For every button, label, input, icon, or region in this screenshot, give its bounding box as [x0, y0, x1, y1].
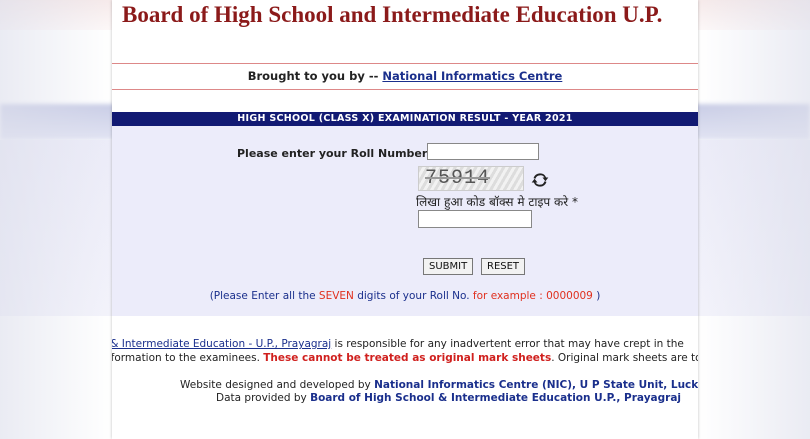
hint-part-1: (Please Enter all the [209, 290, 319, 302]
captcha-image: 75914 [418, 166, 524, 191]
reset-button[interactable]: RESET [481, 258, 526, 275]
roll-number-hint: (Please Enter all the SEVEN digits of yo… [112, 290, 698, 302]
disclaimer-warning: These cannot be treated as original mark… [263, 352, 552, 364]
disclaimer-line-2: nformation to the examinees. These canno… [112, 351, 698, 365]
refresh-icon[interactable] [530, 170, 550, 190]
result-form: Please enter your Roll Number 75914 लिखा… [112, 126, 698, 316]
footer-developer: Website designed and developed by Nation… [180, 379, 698, 392]
page-title: Board of High School and Intermediate Ed… [122, 2, 663, 27]
divider-bottom [112, 89, 698, 90]
roll-number-label: Please enter your Roll Number [237, 147, 428, 160]
hint-example: for example : 0000009 [472, 290, 593, 302]
hint-part-3: digits of your Roll No. [353, 290, 473, 302]
submit-button[interactable]: SUBMIT [423, 258, 474, 275]
background-side-right [698, 0, 810, 439]
disclaimer-text-2a: nformation to the examinees. [112, 352, 264, 364]
captcha-label: लिखा हुआ कोड बॉक्स मे टाइप करे * [416, 195, 578, 209]
disclaimer-text-2b: . Original mark sheets are to be [551, 352, 698, 364]
footer-developer-name: National Informatics Centre (NIC), U P S… [374, 379, 698, 391]
disclaimer-text-1: is responsible for any inadvertent error… [331, 338, 684, 350]
result-page: Board of High School and Intermediate Ed… [112, 0, 698, 439]
credit-line: Brought to you by -- National Informatic… [112, 69, 698, 83]
background-side-left [0, 0, 112, 439]
hint-seven: SEVEN [318, 290, 354, 302]
disclaimer-line-1: l & Intermediate Education - U.P., Praya… [112, 337, 698, 351]
footer-provider-prefix: Data provided by [216, 392, 311, 404]
captcha-input[interactable] [418, 210, 532, 228]
exam-banner: HIGH SCHOOL (CLASS X) EXAMINATION RESULT… [112, 112, 698, 126]
hint-part-5: ) [592, 290, 601, 302]
footer-developer-prefix: Website designed and developed by [180, 379, 375, 391]
board-link[interactable]: l & Intermediate Education - U.P., Praya… [112, 338, 331, 350]
footer-data-provider: Data provided by Board of High School & … [216, 392, 681, 405]
nic-link[interactable]: National Informatics Centre [382, 69, 562, 83]
disclaimer: l & Intermediate Education - U.P., Praya… [112, 337, 698, 365]
credit-prefix: Brought to you by -- [247, 69, 383, 83]
roll-number-input[interactable] [427, 143, 539, 160]
footer-provider-name: Board of High School & Intermediate Educ… [310, 392, 681, 404]
divider-top [112, 63, 698, 64]
